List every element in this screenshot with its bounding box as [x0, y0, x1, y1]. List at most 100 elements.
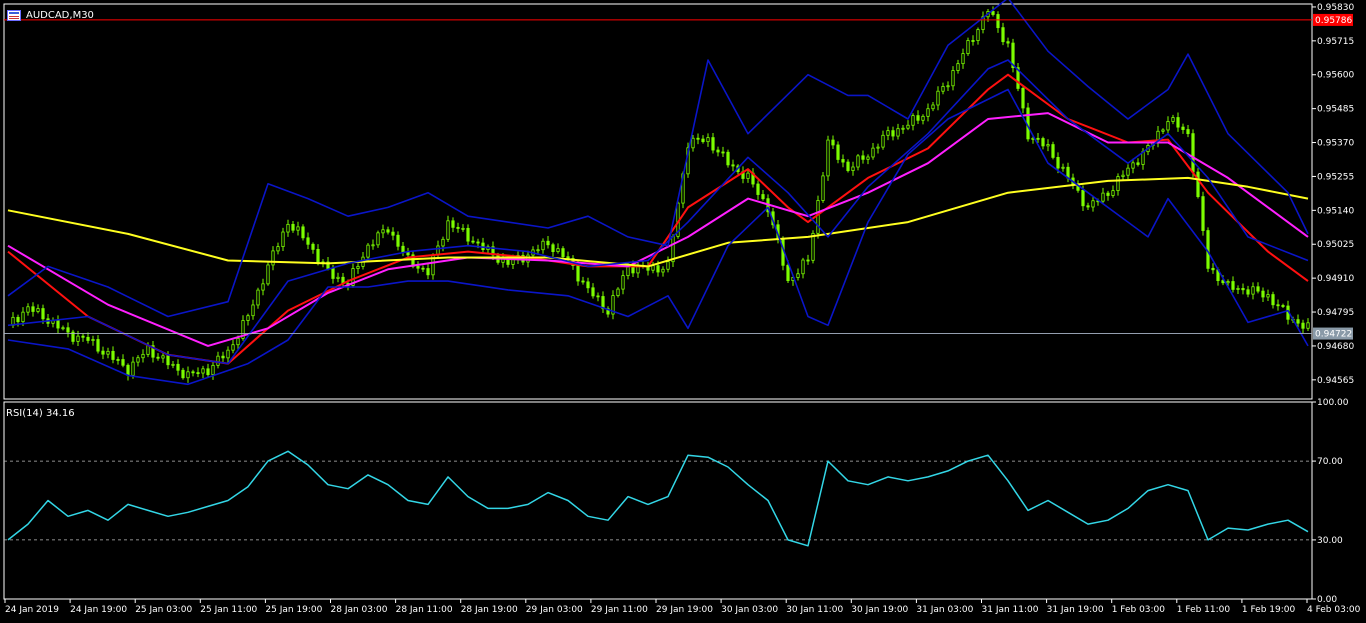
candle-body [31, 306, 35, 312]
candle-body [1186, 129, 1190, 135]
time-axis-label: 4 Feb 03:00 [1307, 605, 1361, 615]
candle-body [886, 130, 890, 136]
candle-body [111, 350, 115, 360]
candle-body [96, 339, 100, 352]
candle-body [821, 175, 825, 201]
candle-body [196, 372, 200, 375]
time-axis-label: 29 Jan 19:00 [656, 605, 713, 615]
candle-body [851, 166, 855, 171]
candle-body [271, 250, 275, 266]
candle-body [201, 368, 205, 374]
candle-body [691, 137, 695, 149]
candle-body [996, 14, 1000, 29]
candle-body [726, 151, 730, 166]
candle-body [1176, 117, 1180, 128]
candle-body [441, 238, 445, 247]
time-axis-label: 29 Jan 11:00 [591, 605, 648, 615]
price-axis-label: 0.95140 [1317, 206, 1354, 216]
candle-body [881, 134, 885, 148]
candle-body [746, 172, 750, 179]
candle-body [1261, 290, 1265, 298]
candle-body [756, 183, 760, 195]
candle-body [206, 368, 210, 375]
candle-body [896, 128, 900, 137]
candle-body [1211, 267, 1215, 271]
candle-body [91, 339, 95, 341]
candle-body [121, 359, 125, 366]
candle-body [356, 265, 360, 269]
candle-body [226, 349, 230, 359]
chart-canvas[interactable]: 0.95830 0.95715 0.95600 0.95485 0.95370 0.952… [0, 0, 1366, 619]
candle-body [841, 159, 845, 163]
candle-body [266, 264, 270, 285]
candle-body [1166, 121, 1170, 131]
price-axis-label: 0.95600 [1317, 71, 1354, 81]
candle-body [801, 259, 805, 275]
candle-body [56, 320, 60, 329]
candle-body [921, 115, 925, 121]
rsi-axis-label: 30.00 [1317, 536, 1343, 546]
candle-body [556, 248, 560, 252]
candle-body [451, 220, 455, 228]
candle-body [1251, 286, 1255, 295]
candle-body [1196, 171, 1200, 198]
rsi-axis-label: 70.00 [1317, 457, 1343, 467]
time-axis-label: 1 Feb 19:00 [1242, 605, 1296, 615]
candle-body [906, 124, 910, 129]
candle-body [1101, 192, 1105, 202]
price-pane-frame [3, 3, 1313, 400]
candle-body [1301, 322, 1305, 329]
candle-body [261, 283, 265, 291]
indicator-line-5 [7, 88, 1309, 386]
candle-body [706, 137, 710, 143]
candle-body [1276, 304, 1280, 307]
candle-body [826, 139, 830, 177]
candle-body [796, 273, 800, 278]
rsi-line [7, 450, 1309, 547]
candle-body [176, 363, 180, 371]
candle-body [256, 289, 260, 306]
chart-window-icon [7, 10, 21, 21]
candle-body [1191, 133, 1195, 173]
price-axis-label: 0.95485 [1317, 105, 1354, 115]
candle-body [1201, 196, 1205, 231]
candle-body [1271, 294, 1275, 306]
time-axis-label: 28 Jan 19:00 [461, 605, 518, 615]
candle-body [406, 252, 410, 256]
rsi-axis-label: 100.00 [1317, 398, 1349, 408]
candle-body [511, 259, 515, 265]
candle-body [146, 345, 150, 355]
candle-body [966, 40, 970, 54]
candle-body [991, 11, 995, 15]
chart-window[interactable]: 0.95830 0.95715 0.95600 0.95485 0.95370 0.952… [0, 0, 1366, 619]
candle-body [1051, 144, 1055, 158]
candle-body [416, 265, 420, 269]
candle-body [711, 137, 715, 151]
candle-body [596, 295, 600, 298]
candle-body [1161, 129, 1165, 132]
candle-body [301, 226, 305, 239]
candle-body [1021, 88, 1025, 109]
candle-body [466, 227, 470, 242]
candle-body [866, 156, 870, 160]
candle-body [1246, 289, 1250, 295]
time-axis-label: 31 Jan 11:00 [982, 605, 1039, 615]
price-axis-label: 0.94565 [1317, 376, 1354, 386]
candle-body [476, 241, 480, 244]
candle-body [656, 265, 660, 273]
candle-body [1231, 281, 1235, 290]
time-axis-label: 1 Feb 11:00 [1177, 605, 1231, 615]
candle-body [666, 261, 670, 270]
candle-body [376, 232, 380, 246]
candle-body [211, 364, 215, 375]
candle-body [306, 237, 310, 245]
rsi-axis-label: 0.00 [1317, 595, 1337, 605]
candle-body [1306, 322, 1310, 329]
candle-body [731, 164, 735, 167]
current-price-label: 0.94722 [1315, 330, 1352, 340]
candle-body [961, 53, 965, 65]
time-axis-label: 31 Jan 03:00 [916, 605, 973, 615]
candle-body [696, 137, 700, 140]
candle-body [21, 311, 25, 323]
candle-body [701, 138, 705, 143]
